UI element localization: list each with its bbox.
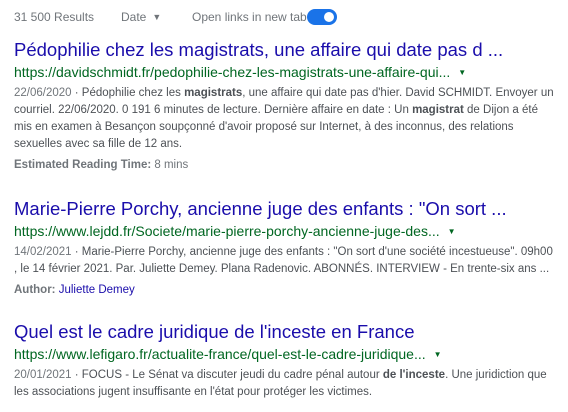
results-toolbar: 31 500 Results Date ▼ Open links in new … [14, 8, 554, 28]
result-url-row: https://www.lejdd.fr/Societe/marie-pierr… [14, 222, 559, 240]
author-label: Author: [14, 284, 56, 296]
result-url[interactable]: https://davidschmidt.fr/pedophilie-chez-… [14, 64, 450, 80]
search-result: Marie-Pierre Porchy, ancienne juge des e… [14, 197, 559, 299]
snippet-text: · Marie-Pierre Porchy, ancienne juge des… [14, 246, 553, 275]
snippet-highlight: magistrats [184, 87, 243, 99]
snippet-text: · Pédophilie chez les [71, 87, 185, 99]
result-meta: Author: Juliette Demey [14, 282, 559, 299]
result-date: 22/06/2020 [14, 87, 72, 99]
open-links-label: Open links in new tab [192, 10, 307, 24]
result-url-row: https://www.lefigaro.fr/actualite-france… [14, 345, 559, 363]
reading-time-label: Estimated Reading Time: [14, 159, 152, 171]
results-count: 31 500 Results [14, 10, 95, 24]
search-result: Pédophilie chez les magistrats, une affa… [14, 38, 559, 174]
result-date: 20/01/2021 [14, 369, 72, 381]
result-date: 14/02/2021 [14, 246, 72, 258]
snippet-text: · FOCUS - Le Sénat va discuter jeudi du … [71, 369, 383, 381]
open-links-toggle[interactable] [307, 9, 337, 25]
date-filter-label: Date [121, 10, 147, 24]
result-meta: Estimated Reading Time: 8 mins [14, 157, 559, 174]
result-url-row: https://davidschmidt.fr/pedophilie-chez-… [14, 63, 559, 81]
result-title-link[interactable]: Quel est le cadre juridique de l'inceste… [14, 320, 559, 344]
search-result: Quel est le cadre juridique de l'inceste… [14, 320, 559, 401]
url-caret-down-icon[interactable]: ▼ [458, 68, 466, 77]
toggle-knob [324, 12, 334, 22]
result-snippet: 20/01/2021 · FOCUS - Le Sénat va discute… [14, 367, 559, 401]
snippet-highlight: de l'inceste [382, 369, 446, 381]
result-snippet: 14/02/2021 · Marie-Pierre Porchy, ancien… [14, 244, 559, 278]
result-title-link[interactable]: Pédophilie chez les magistrats, une affa… [14, 38, 559, 62]
caret-down-icon: ▼ [152, 12, 162, 22]
result-url[interactable]: https://www.lejdd.fr/Societe/marie-pierr… [14, 223, 440, 239]
snippet-highlight: magistrat [412, 104, 464, 116]
date-filter-dropdown[interactable]: Date ▼ [121, 8, 161, 26]
result-url[interactable]: https://www.lefigaro.fr/actualite-france… [14, 346, 426, 362]
result-title-link[interactable]: Marie-Pierre Porchy, ancienne juge des e… [14, 197, 559, 221]
author-value: Juliette Demey [58, 284, 135, 296]
result-snippet: 22/06/2020 · Pédophilie chez les magistr… [14, 85, 559, 153]
url-caret-down-icon[interactable]: ▼ [448, 227, 456, 236]
reading-time-value: 8 mins [154, 159, 189, 171]
url-caret-down-icon[interactable]: ▼ [434, 350, 442, 359]
